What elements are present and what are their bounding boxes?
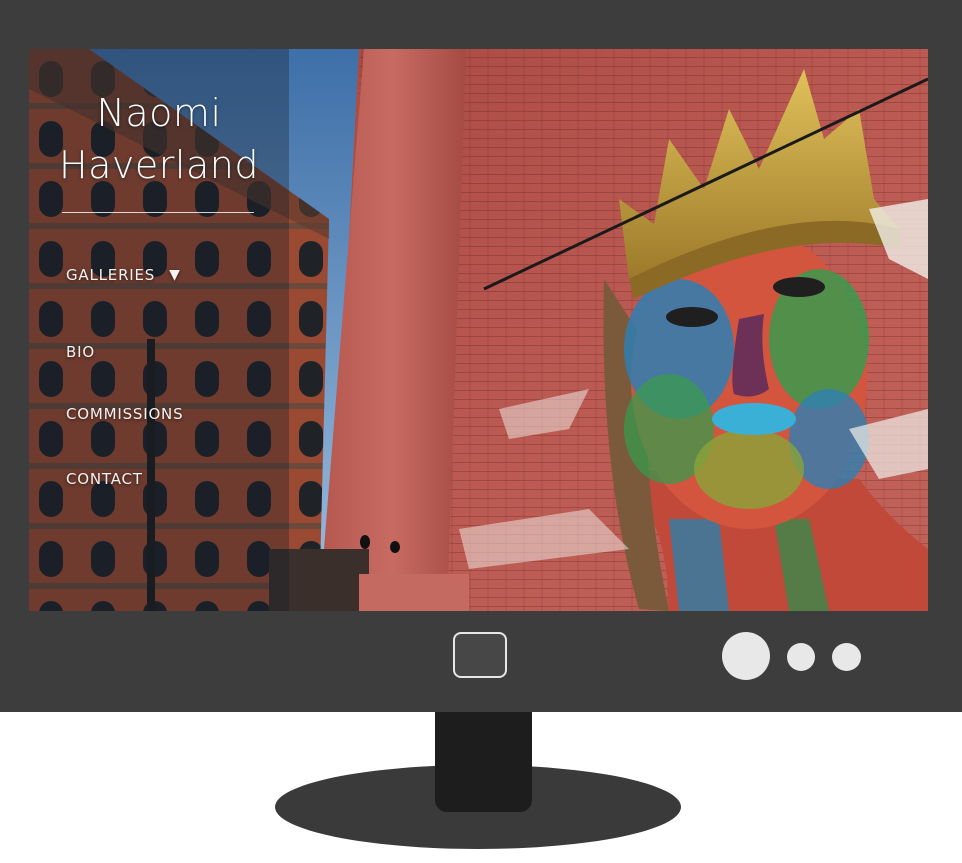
triangle-down-icon[interactable]: ▼ [169,267,181,283]
nav-item-commissions-label: COMMISSIONS [66,405,184,423]
nav-item-contact-label: CONTACT [66,470,143,488]
nav-item-contact[interactable]: CONTACT [66,470,143,488]
sidebar-nav-panel: Naomi Haverland GALLERIES ▼ BIO COMMISSIO… [29,49,289,611]
site-title-line-2: Haverland [59,143,259,187]
monitor-stand-neck [435,712,532,812]
title-divider [62,212,254,213]
site-title-line-1: Naomi [96,91,222,135]
nav-item-commissions[interactable]: COMMISSIONS [66,405,183,423]
monitor-home-button[interactable] [453,632,507,678]
nav-item-galleries[interactable]: GALLERIES ▼ [66,266,181,284]
monitor-frame: Naomi Haverland GALLERIES ▼ BIO COMMISSIO… [0,0,962,712]
website-screen: Naomi Haverland GALLERIES ▼ BIO COMMISSIO… [29,49,928,611]
monitor-small-dot-button[interactable] [832,643,861,671]
site-title[interactable]: Naomi Haverland [29,87,289,191]
monitor-large-dot-button[interactable] [722,632,770,680]
nav-item-bio-label: BIO [66,343,95,361]
monitor-medium-dot-button[interactable] [787,643,815,671]
nav-item-bio[interactable]: BIO [66,343,95,361]
nav-item-galleries-label: GALLERIES [66,266,156,284]
